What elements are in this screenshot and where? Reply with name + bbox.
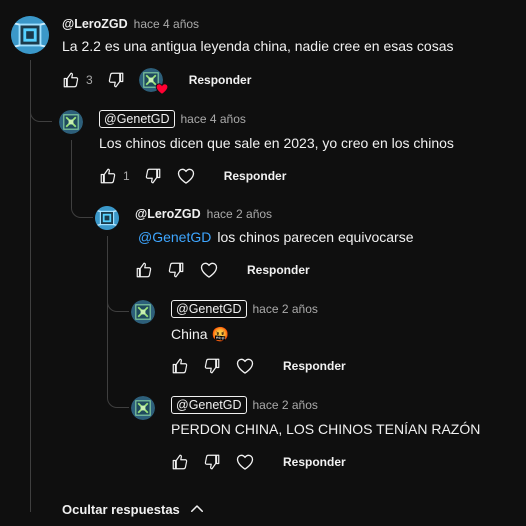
comment-header: @LeroZGD hace 4 años [62, 17, 199, 31]
timestamp[interactable]: hace 2 años [207, 207, 272, 221]
timestamp[interactable]: hace 2 años [253, 398, 318, 412]
comment-actions: Responder [135, 260, 310, 280]
reply-button[interactable]: Responder [224, 169, 287, 183]
dislike-icon[interactable] [203, 357, 221, 375]
dislike-icon[interactable] [144, 167, 162, 185]
heart-outline-icon[interactable] [235, 453, 255, 471]
like-count: 3 [86, 73, 93, 87]
like-icon[interactable] [99, 167, 117, 185]
comment-text: Los chinos dicen que sale en 2023, yo cr… [99, 135, 454, 151]
like-icon[interactable] [171, 453, 189, 471]
thread-branch [107, 296, 129, 408]
avatar[interactable] [131, 300, 155, 324]
author-name-chip[interactable]: @GenetGD [171, 396, 247, 414]
thread-branch [30, 60, 52, 122]
avatar[interactable] [59, 110, 83, 134]
like-icon[interactable] [135, 261, 153, 279]
comment-text: La 2.2 es una antigua leyenda china, nad… [62, 38, 454, 54]
like-icon[interactable] [62, 71, 80, 89]
dislike-icon[interactable] [203, 453, 221, 471]
reply-button[interactable]: Responder [283, 359, 346, 373]
comment-header: @GenetGD hace 2 años [171, 396, 318, 414]
comment-actions: Responder [171, 356, 346, 376]
comment-header: @LeroZGD hace 2 años [135, 207, 272, 221]
timestamp[interactable]: hace 4 años [181, 112, 246, 126]
avatar[interactable] [131, 396, 155, 420]
avatar[interactable] [11, 16, 49, 54]
heart-icon [155, 83, 168, 95]
comment-actions: 1 Responder [99, 166, 286, 186]
comment-text: PERDON CHINA, LOS CHINOS TENÍAN RAZÓN [171, 421, 481, 437]
thread-branch [71, 180, 93, 218]
comment-text-body: los chinos parecen equivocarse [217, 229, 414, 245]
avatar[interactable] [95, 206, 119, 230]
hide-replies-button[interactable]: Ocultar respuestas [62, 500, 206, 518]
dislike-icon[interactable] [107, 71, 125, 89]
heart-outline-icon[interactable] [235, 357, 255, 375]
comment-text: China 🤬 [171, 326, 229, 342]
mention-link[interactable]: @GenetGD [138, 229, 211, 245]
chevron-up-icon [190, 505, 203, 512]
author-name[interactable]: @LeroZGD [135, 207, 201, 221]
reply-button[interactable]: Responder [189, 73, 252, 87]
comment-actions: 3 Responder [62, 68, 252, 95]
comment-header: @GenetGD hace 2 años [171, 300, 318, 318]
author-name-chip[interactable]: @GenetGD [171, 300, 247, 318]
dislike-icon[interactable] [167, 261, 185, 279]
timestamp[interactable]: hace 4 años [134, 17, 199, 31]
reply-button[interactable]: Responder [283, 455, 346, 469]
heart-outline-icon[interactable] [199, 261, 219, 279]
reply-button[interactable]: Responder [247, 263, 310, 277]
heart-outline-icon[interactable] [176, 167, 196, 185]
comment-text: @GenetGD los chinos parecen equivocarse [138, 229, 413, 245]
hide-replies-label: Ocultar respuestas [62, 501, 180, 517]
like-icon[interactable] [171, 357, 189, 375]
thread-line-root [30, 60, 31, 512]
like-count: 1 [123, 169, 130, 183]
author-name[interactable]: @LeroZGD [62, 17, 128, 31]
author-name-chip[interactable]: @GenetGD [99, 110, 175, 128]
timestamp[interactable]: hace 2 años [253, 302, 318, 316]
comment-actions: Responder [171, 452, 346, 472]
creator-heart-icon[interactable] [139, 68, 168, 95]
comment-header: @GenetGD hace 4 años [99, 110, 246, 128]
